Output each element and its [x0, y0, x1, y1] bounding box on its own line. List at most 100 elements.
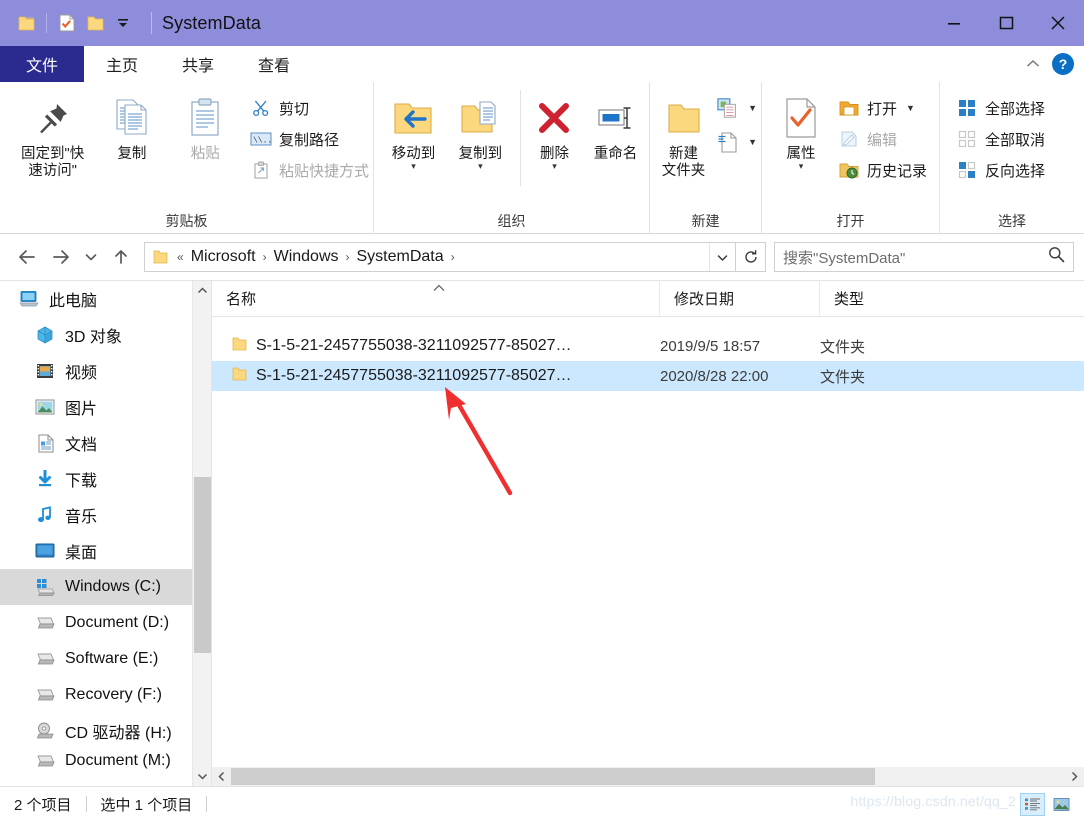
copy-button[interactable]: 复制: [95, 90, 168, 163]
move-to-button[interactable]: 移动到 ▾: [380, 90, 447, 171]
ribbon-group-open: 属性 ▾ 打开 ▼ 编辑 历史记录 打开: [762, 82, 940, 234]
select-none-button[interactable]: 全部取消: [952, 125, 1049, 153]
refresh-button[interactable]: [736, 242, 766, 272]
back-button[interactable]: [10, 240, 44, 274]
recent-locations-button[interactable]: [78, 240, 104, 274]
breadcrumb-separator[interactable]: ›: [344, 250, 352, 264]
new-folder-icon[interactable]: [81, 8, 109, 38]
breadcrumb-separator[interactable]: ›: [261, 250, 269, 264]
scrollbar-thumb[interactable]: [231, 768, 875, 785]
new-folder-button[interactable]: 新建 文件夹: [656, 90, 711, 181]
sidebar-item-this-pc[interactable]: 此电脑: [0, 281, 211, 317]
breadcrumb-systemdata[interactable]: SystemData: [352, 248, 449, 266]
chevron-down-icon[interactable]: ▾: [411, 162, 416, 171]
customize-dropdown-icon[interactable]: [109, 8, 137, 38]
sidebar-item-software-e[interactable]: Software (E:): [0, 641, 211, 677]
sidebar-item-pictures[interactable]: 图片: [0, 389, 211, 425]
table-row[interactable]: S-1-5-21-2457755038-3211092577-85027… 20…: [212, 361, 1084, 391]
tab-view[interactable]: 查看: [236, 46, 312, 82]
column-header-date[interactable]: 修改日期: [660, 281, 820, 316]
easy-access-button[interactable]: ▼: [713, 130, 761, 154]
chevron-down-icon[interactable]: ▾: [799, 162, 804, 171]
paste-button[interactable]: 粘贴: [169, 90, 242, 163]
sidebar-item-downloads[interactable]: 下载: [0, 461, 211, 497]
column-header-name[interactable]: 名称: [212, 281, 660, 316]
sidebar-item-music[interactable]: 音乐: [0, 497, 211, 533]
open-button[interactable]: 打开 ▼: [834, 94, 931, 122]
ribbon: 固定到"快 速访问" 复制 粘贴 剪切 \\.. 复制路径 粘贴快捷方式 剪贴板…: [0, 82, 1084, 234]
up-button[interactable]: [104, 240, 138, 274]
sidebar-item-label: 3D 对象: [65, 329, 122, 346]
edit-button[interactable]: 编辑: [834, 125, 931, 153]
delete-button[interactable]: 删除 ▾: [527, 90, 582, 171]
qat-divider: [46, 13, 47, 33]
scrollbar-thumb[interactable]: [194, 477, 211, 653]
sidebar-item-3d-objects[interactable]: 3D 对象: [0, 317, 211, 353]
history-label: 历史记录: [867, 162, 928, 180]
search-input[interactable]: 搜索"SystemData": [783, 247, 1048, 268]
file-type-cell: 文件夹: [820, 368, 866, 386]
sidebar-item-document-m[interactable]: Document (M:): [0, 749, 211, 773]
sidebar-item-windows-c[interactable]: Windows (C:): [0, 569, 211, 605]
chevron-down-icon[interactable]: ▼: [748, 137, 757, 147]
sidebar-scrollbar[interactable]: [192, 281, 211, 786]
sidebar-item-videos[interactable]: 视频: [0, 353, 211, 389]
tab-file[interactable]: 文件: [0, 46, 84, 82]
select-all-label: 全部选择: [985, 100, 1046, 118]
column-header-type[interactable]: 类型: [820, 281, 960, 316]
clipboard-small-buttons: 剪切 \\... 复制路径 粘贴快捷方式: [246, 90, 373, 184]
chevron-down-icon[interactable]: ▼: [748, 103, 757, 113]
maximize-button[interactable]: [980, 0, 1032, 46]
table-row[interactable]: S-1-5-21-2457755038-3211092577-85027… 20…: [212, 331, 1084, 361]
file-list-horizontal-scrollbar[interactable]: [212, 767, 1084, 786]
scroll-down-arrow[interactable]: [193, 767, 211, 786]
paste-shortcut-button[interactable]: 粘贴快捷方式: [246, 156, 373, 184]
pin-to-quick-access-button[interactable]: 固定到"快 速访问": [10, 90, 95, 181]
search-box[interactable]: 搜索"SystemData": [774, 242, 1074, 272]
copy-path-button[interactable]: \\... 复制路径: [246, 125, 373, 153]
folder-icon[interactable]: [12, 8, 40, 38]
scroll-left-arrow[interactable]: [212, 767, 231, 786]
select-none-label: 全部取消: [985, 131, 1046, 149]
chevron-down-icon[interactable]: ▾: [552, 162, 557, 171]
close-button[interactable]: [1032, 0, 1084, 46]
address-dropdown-button[interactable]: [709, 243, 735, 271]
minimize-button[interactable]: [928, 0, 980, 46]
history-button[interactable]: 历史记录: [834, 156, 931, 184]
details-view-button[interactable]: [1020, 792, 1045, 816]
scroll-right-arrow[interactable]: [1065, 767, 1084, 786]
copy-to-button[interactable]: 复制到 ▾: [447, 90, 514, 171]
chevron-up-icon[interactable]: [1022, 53, 1044, 75]
window-controls: [928, 0, 1084, 46]
forward-button[interactable]: [44, 240, 78, 274]
search-icon[interactable]: [1048, 246, 1065, 268]
sidebar-item-recovery-f[interactable]: Recovery (F:): [0, 677, 211, 713]
tab-share[interactable]: 共享: [160, 46, 236, 82]
address-bar[interactable]: « Microsoft › Windows › SystemData ›: [144, 242, 736, 272]
select-all-button[interactable]: 全部选择: [952, 94, 1049, 122]
help-button[interactable]: ?: [1052, 53, 1074, 75]
sidebar-item-documents[interactable]: 文档: [0, 425, 211, 461]
cut-label: 剪切: [278, 100, 309, 118]
breadcrumb-microsoft[interactable]: Microsoft: [186, 248, 261, 266]
cut-button[interactable]: 剪切: [246, 94, 373, 122]
rename-button[interactable]: 重命名: [582, 90, 649, 163]
tab-home[interactable]: 主页: [84, 46, 161, 82]
sidebar-item-cd-drive-h[interactable]: CD 驱动器 (H:): [0, 713, 211, 749]
sidebar-item-desktop[interactable]: 桌面: [0, 533, 211, 569]
sidebar-item-document-d[interactable]: Document (D:): [0, 605, 211, 641]
properties-button[interactable]: 属性 ▾: [772, 90, 830, 171]
cd-drive-icon: [34, 720, 56, 742]
invert-selection-button[interactable]: 反向选择: [952, 156, 1049, 184]
new-item-button[interactable]: ▼: [713, 96, 761, 120]
breadcrumb-separator[interactable]: ›: [449, 250, 457, 264]
chevron-down-icon[interactable]: ▼: [906, 103, 915, 113]
large-icons-view-button[interactable]: [1049, 793, 1074, 816]
this-pc-icon: [18, 288, 40, 310]
breadcrumb-overflow[interactable]: «: [175, 250, 186, 264]
view-mode-buttons: [1020, 792, 1084, 816]
properties-icon[interactable]: [53, 8, 81, 38]
chevron-down-icon[interactable]: ▾: [478, 162, 483, 171]
breadcrumb-windows[interactable]: Windows: [269, 248, 344, 266]
scroll-up-arrow[interactable]: [193, 281, 211, 300]
